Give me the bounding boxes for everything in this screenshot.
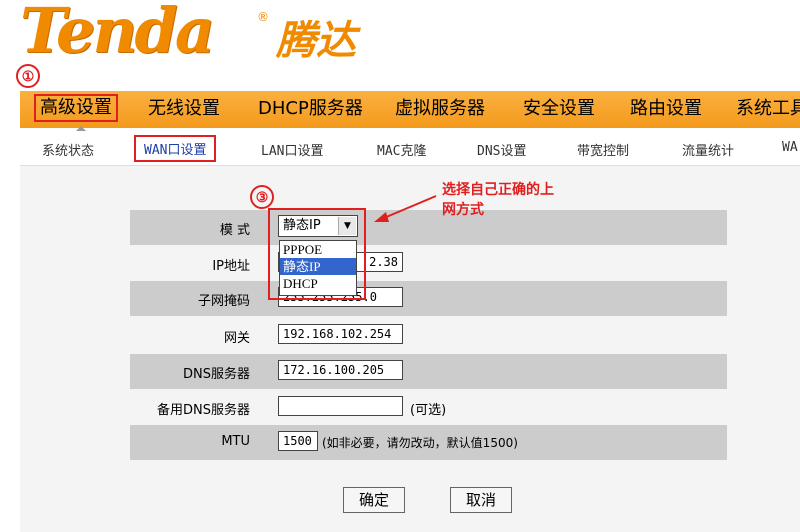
dns-input[interactable]: 172.16.100.205 [278,360,403,380]
annotation-arrow-icon [374,195,437,222]
tenda-logo: Tenda [20,0,215,67]
annotation-line-1: 选择自己正确的上 [442,182,554,198]
header: Tenda ® 腾达 [0,0,800,90]
sub-nav: 系统状态 WAN口设置 LAN口设置 MAC克隆 DNS设置 带宽控制 流量统计… [20,131,800,166]
nav-security-settings[interactable]: 安全设置 [523,97,595,121]
mtu-hint: (如非必要，请勿改动，默认值1500) [322,436,518,450]
annotation-note: 选择自己正确的上 网方式 [442,180,602,220]
mtu-label: MTU [221,434,250,449]
mode-label: 模 式 [219,223,250,238]
dns2-input[interactable] [278,396,403,416]
nav-advanced-settings[interactable]: 高级设置 [34,94,118,122]
mask-label: 子网掩码 [197,294,250,309]
tenda-logo-cn: 腾达 [276,17,356,64]
dns2-hint: (可选) [410,403,447,418]
ok-button[interactable]: 确定 [343,487,405,513]
subnav-traffic-stats[interactable]: 流量统计 [682,140,734,159]
subnav-wan-more[interactable]: WA [782,140,798,155]
nav-system-tools[interactable]: 系统工具 [736,97,800,121]
nav-routing-settings[interactable]: 路由设置 [630,97,702,121]
nav-virtual-server[interactable]: 虚拟服务器 [395,97,485,121]
cancel-button[interactable]: 取消 [450,487,512,513]
dns2-label: 备用DNS服务器 [157,403,250,418]
ip-label: IP地址 [212,259,250,274]
row-gateway: 网关 192.168.102.254 [130,318,727,353]
subnav-dns-settings[interactable]: DNS设置 [477,140,526,159]
main-nav: 高级设置 无线设置 DHCP服务器 虚拟服务器 安全设置 路由设置 系统工具 [20,91,800,128]
subnav-mac-clone[interactable]: MAC克隆 [377,140,426,159]
highlight-box [268,208,366,300]
row-mtu: MTU 1500 (如非必要，请勿改动，默认值1500) [130,425,727,460]
gateway-label: 网关 [223,331,250,346]
step-marker-3: ③ [250,185,274,209]
annotation-line-2: 网方式 [442,202,484,218]
row-mask: 子网掩码 255.255.255.0 [130,281,727,316]
subnav-system-status[interactable]: 系统状态 [42,140,94,159]
nav-wireless-settings[interactable]: 无线设置 [148,97,220,121]
row-ip: IP地址 2.38 [130,246,727,281]
nav-dhcp-server[interactable]: DHCP服务器 [258,97,363,121]
row-dns: DNS服务器 172.16.100.205 [130,354,727,389]
subnav-wan-settings[interactable]: WAN口设置 [134,135,217,162]
row-dns2: 备用DNS服务器 (可选) [130,390,727,425]
registered-mark: ® [257,10,269,24]
subnav-bandwidth-control[interactable]: 带宽控制 [577,140,629,159]
mtu-input[interactable]: 1500 [278,431,318,451]
subnav-lan-settings[interactable]: LAN口设置 [261,140,323,159]
dns-label: DNS服务器 [183,367,250,382]
step-marker-1: ① [16,64,40,88]
gateway-input[interactable]: 192.168.102.254 [278,324,403,344]
